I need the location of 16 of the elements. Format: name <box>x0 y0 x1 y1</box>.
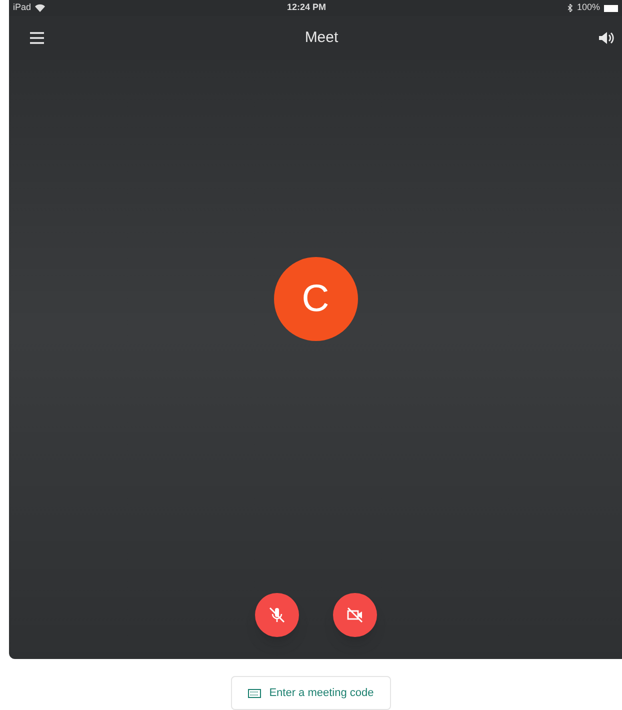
keyboard-icon <box>248 688 262 698</box>
status-time: 12:24 PM <box>286 1 326 14</box>
menu-icon[interactable] <box>29 32 45 44</box>
bluetooth-icon <box>568 4 573 12</box>
wifi-icon <box>35 4 46 12</box>
camera-off-icon <box>344 605 364 625</box>
microphone-button[interactable] <box>254 593 298 637</box>
muted-microphone-icon <box>266 605 286 625</box>
avatar: C <box>274 257 358 341</box>
app-title: Meet <box>304 28 338 48</box>
speaker-icon[interactable] <box>598 31 614 45</box>
device-name: iPad <box>13 1 32 14</box>
camera-button[interactable] <box>332 593 376 637</box>
meeting-code-button[interactable]: Enter a meeting code <box>231 676 391 710</box>
battery-level: 100% <box>576 1 600 14</box>
battery-icon <box>604 4 618 12</box>
